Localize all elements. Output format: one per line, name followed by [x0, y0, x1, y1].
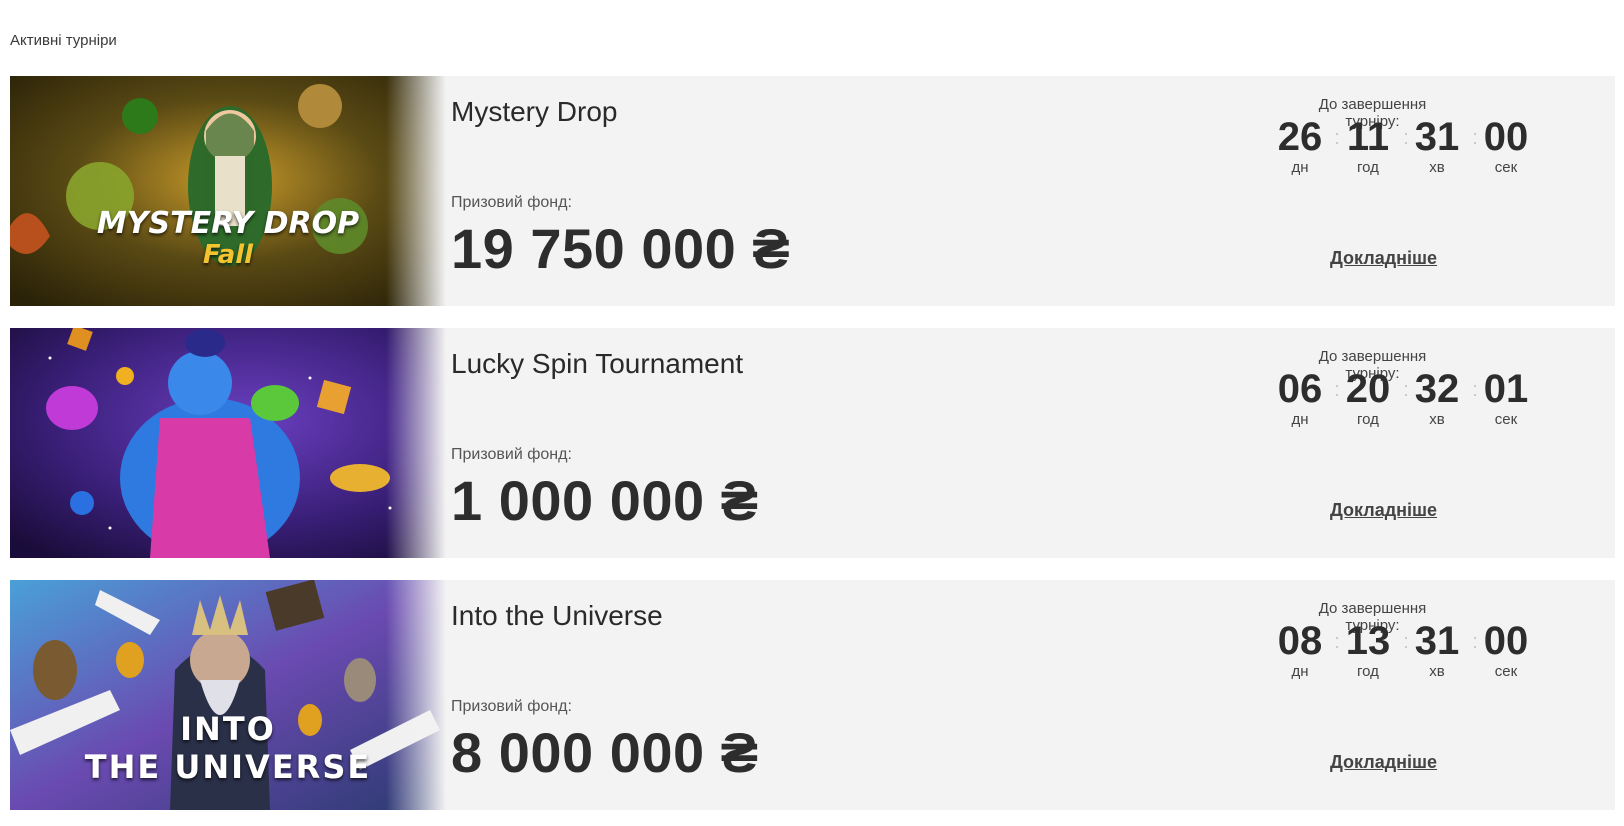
timer-minutes: 31 хв [1407, 618, 1467, 680]
timer-hours-label: год [1357, 663, 1379, 680]
prize-fund-value: 8 000 000 ₴ [451, 721, 759, 784]
timer-days-value: 26 [1277, 115, 1323, 159]
timer-seconds: 00 сек [1476, 114, 1536, 176]
banner-fade [386, 580, 446, 810]
timer-minutes-label: хв [1429, 663, 1445, 680]
banner-caption: MYSTERY DROP [96, 206, 360, 241]
prize-fund-label: Призовий фонд: [451, 698, 572, 715]
details-link[interactable]: Докладніше [1330, 752, 1437, 773]
tournament-name: Lucky Spin Tournament [451, 348, 744, 379]
details-link[interactable]: Докладніше [1330, 248, 1437, 269]
timer-days-label: дн [1291, 411, 1309, 428]
timer-minutes-value: 31 [1414, 115, 1460, 159]
prize-fund-value: 19 750 000 ₴ [451, 217, 791, 280]
timer-days: 06 дн [1270, 366, 1330, 428]
banner-fade [386, 328, 446, 558]
tournament-card-into-the-universe[interactable]: INTO THE UNIVERSE Into the Universe Приз… [10, 580, 1615, 810]
timer-hours-label: год [1357, 411, 1379, 428]
timer-hours-label: год [1357, 159, 1379, 176]
banner-caption: INTO [180, 710, 276, 748]
details-link[interactable]: Докладніше [1330, 500, 1437, 521]
timer-days-value: 08 [1277, 619, 1323, 663]
prize-fund-value: 1 000 000 ₴ [451, 469, 759, 532]
banner-fade [386, 76, 446, 306]
timer-seconds: 00 сек [1476, 618, 1536, 680]
timer-minutes: 32 хв [1407, 366, 1467, 428]
timer-hours: 13 год [1338, 618, 1398, 680]
timer-minutes-label: хв [1429, 159, 1445, 176]
timer-seconds-value: 01 [1483, 367, 1529, 411]
banner-image [10, 76, 446, 306]
banner-subcaption: Fall [202, 240, 254, 270]
timer-minutes-value: 32 [1414, 367, 1460, 411]
tournament-banner[interactable]: INTO THE UNIVERSE [10, 580, 446, 810]
tournament-banner[interactable] [10, 328, 446, 558]
section-title: Активні турніри [10, 32, 117, 49]
timer-days-value: 06 [1277, 367, 1323, 411]
tournaments-page: Активні турніри MYSTERY DROP Fall Myster… [0, 0, 1624, 826]
timer-minutes: 31 хв [1407, 114, 1467, 176]
countdown-timer: 08 дн : 13 год : 31 хв : 00 сек [1278, 618, 1590, 680]
prize-fund-label: Призовий фонд: [451, 446, 572, 463]
banner-image [10, 328, 446, 558]
timer-hours: 11 год [1338, 114, 1398, 176]
timer-hours: 20 год [1338, 366, 1398, 428]
timer-seconds: 01 сек [1476, 366, 1536, 428]
timer-hours-value: 20 [1345, 367, 1391, 411]
tournament-card-lucky-spin[interactable]: Lucky Spin Tournament Призовий фонд: 1 0… [10, 328, 1615, 558]
prize-fund-label: Призовий фонд: [451, 194, 572, 211]
banner-subcaption: THE UNIVERSE [84, 748, 372, 786]
timer-days-label: дн [1291, 663, 1309, 680]
countdown-timer: 06 дн : 20 год : 32 хв : 01 сек [1278, 366, 1590, 428]
timer-seconds-label: сек [1494, 663, 1518, 680]
timer-days-label: дн [1291, 159, 1309, 176]
timer-hours-value: 11 [1346, 115, 1390, 159]
tournament-card-mystery-drop[interactable]: MYSTERY DROP Fall Mystery Drop Призовий … [10, 76, 1615, 306]
timer-days: 26 дн [1270, 114, 1330, 176]
timer-seconds-label: сек [1494, 159, 1518, 176]
timer-days: 08 дн [1270, 618, 1330, 680]
tournament-name: Mystery Drop [451, 96, 618, 127]
timer-hours-value: 13 [1345, 619, 1391, 663]
timer-minutes-value: 31 [1414, 619, 1460, 663]
timer-seconds-label: сек [1494, 411, 1518, 428]
tournament-banner[interactable]: MYSTERY DROP Fall [10, 76, 446, 306]
tournament-name: Into the Universe [451, 600, 663, 631]
timer-seconds-value: 00 [1483, 115, 1529, 159]
timer-minutes-label: хв [1429, 411, 1445, 428]
countdown-timer: 26 дн : 11 год : 31 хв : 00 сек [1278, 114, 1590, 176]
timer-seconds-value: 00 [1483, 619, 1529, 663]
